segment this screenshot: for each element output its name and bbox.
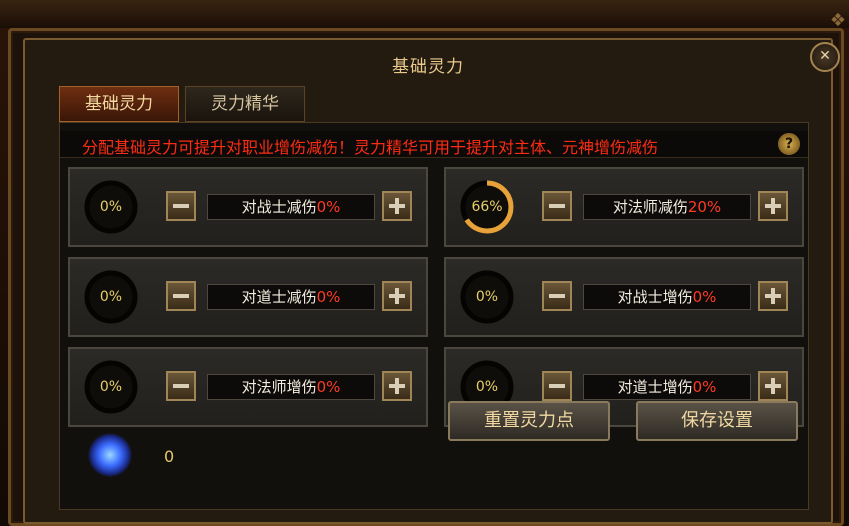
progress-percent: 0%: [99, 199, 123, 215]
hint-text: 分配基础灵力可提升对职业增伤减伤！灵力精华可用于提升对主体、元神增伤减伤: [82, 138, 659, 157]
spirit-points-count: 0: [164, 447, 175, 466]
help-icon[interactable]: ?: [778, 133, 800, 155]
stat-label: 对法师增伤: [241, 378, 317, 396]
decrease-button[interactable]: [542, 281, 572, 311]
stat-cell: 0% 对战士减伤0%: [68, 167, 428, 247]
decrease-button[interactable]: [166, 191, 196, 221]
stat-value: 0%: [692, 378, 717, 396]
stat-value: 0%: [316, 198, 341, 216]
spirit-orb-icon: [88, 433, 132, 477]
increase-button[interactable]: [382, 281, 412, 311]
close-button[interactable]: ✕: [810, 42, 840, 72]
tab-basic-spirit[interactable]: 基础灵力: [59, 86, 179, 122]
stat-label: 对道士减伤: [241, 288, 317, 306]
stat-cell: 0% 对道士减伤0%: [68, 257, 428, 337]
stat-label: 对战士减伤: [241, 198, 317, 216]
stat-value: 0%: [316, 378, 341, 396]
stat-label-box: 对战士减伤0%: [207, 194, 375, 220]
increase-button[interactable]: [758, 371, 788, 401]
save-settings-button[interactable]: 保存设置: [636, 401, 798, 441]
increase-button[interactable]: [382, 371, 412, 401]
hint-bar: 分配基础灵力可提升对职业增伤减伤！灵力精华可用于提升对主体、元神增伤减伤 ?: [60, 131, 808, 158]
top-bar: [0, 0, 849, 28]
stat-label-box: 对道士减伤0%: [207, 284, 375, 310]
increase-button[interactable]: [758, 191, 788, 221]
tab-spirit-essence[interactable]: 灵力精华: [185, 86, 305, 122]
progress-percent: 0%: [99, 379, 123, 395]
stat-value: 0%: [316, 288, 341, 306]
stat-label-box: 对法师减伤20%: [583, 194, 751, 220]
decrease-button[interactable]: [166, 371, 196, 401]
content-panel: 分配基础灵力可提升对职业增伤减伤！灵力精华可用于提升对主体、元神增伤减伤 ? 0…: [59, 122, 809, 510]
progress-percent: 0%: [475, 289, 499, 305]
stat-label: 对战士增伤: [617, 288, 693, 306]
stat-label: 对道士增伤: [617, 378, 693, 396]
close-icon: ✕: [819, 48, 831, 64]
increase-button[interactable]: [382, 191, 412, 221]
stat-label-box: 对战士增伤0%: [583, 284, 751, 310]
stat-value: 0%: [692, 288, 717, 306]
progress-percent: 66%: [471, 199, 503, 215]
reset-points-button[interactable]: 重置灵力点: [448, 401, 610, 441]
decrease-button[interactable]: [542, 191, 572, 221]
increase-button[interactable]: [758, 281, 788, 311]
stat-label-box: 对道士增伤0%: [583, 374, 751, 400]
progress-percent: 0%: [99, 289, 123, 305]
decrease-button[interactable]: [166, 281, 196, 311]
window-title: 基础灵力: [392, 57, 464, 77]
stat-cell: 66% 对法师减伤20%: [444, 167, 804, 247]
stat-label: 对法师减伤: [612, 198, 688, 216]
decrease-button[interactable]: [542, 371, 572, 401]
spirit-power-window: 基础灵力 ✕ 基础灵力 灵力精华 分配基础灵力可提升对职业增伤减伤！灵力精华可用…: [23, 38, 840, 524]
stat-value: 20%: [687, 198, 722, 216]
stat-cell: 0% 对法师增伤0%: [68, 347, 428, 427]
stat-cell: 0% 对战士增伤0%: [444, 257, 804, 337]
stat-label-box: 对法师增伤0%: [207, 374, 375, 400]
